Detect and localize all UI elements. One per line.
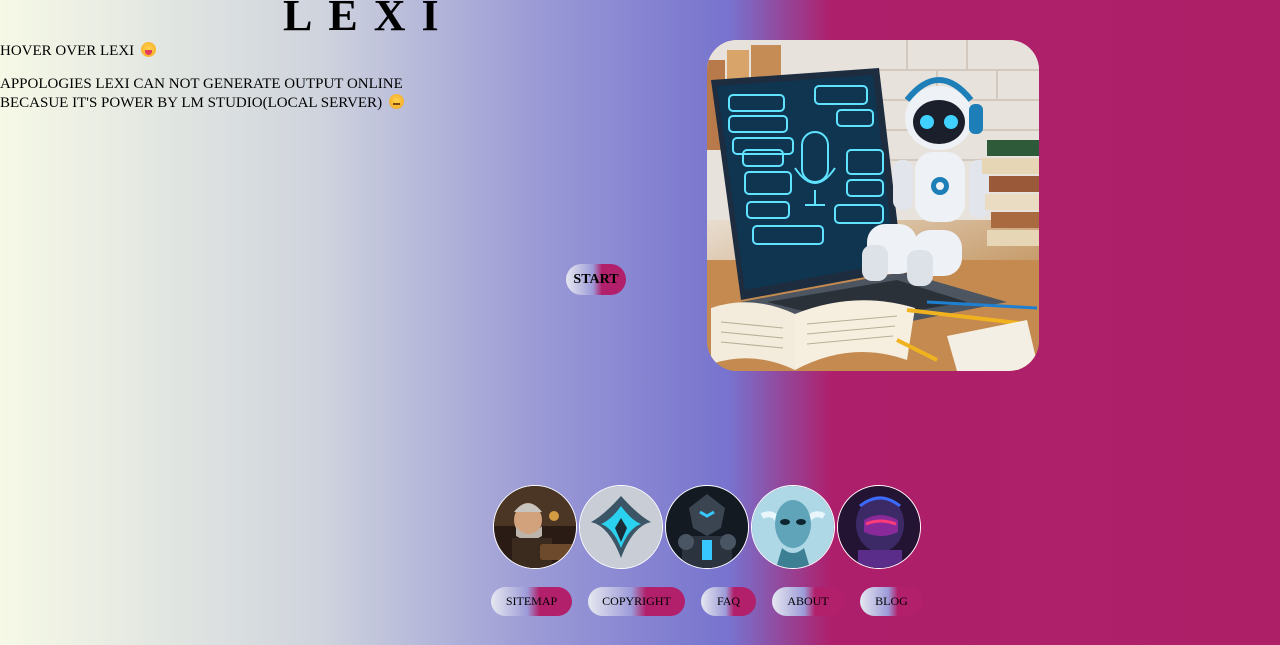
- about-link[interactable]: ABOUT: [772, 587, 844, 616]
- avatar-dark-robot[interactable]: [665, 485, 749, 569]
- sitemap-link[interactable]: SITEMAP: [491, 587, 572, 616]
- apology-text: APPOLOGIES LEXI CAN NOT GENERATE OUTPUT …: [0, 76, 403, 111]
- robot-laptop-illustration: [707, 40, 1039, 371]
- smirk-face-icon: [388, 94, 404, 109]
- avatar-row: [493, 485, 921, 569]
- avatar-blue-alien[interactable]: [751, 485, 835, 569]
- apology-message: APPOLOGIES LEXI CAN NOT GENERATE OUTPUT …: [0, 75, 420, 113]
- faq-link[interactable]: FAQ: [701, 587, 756, 616]
- tongue-face-icon: [140, 42, 156, 57]
- page-title: LEXI: [283, 0, 455, 40]
- blog-link[interactable]: BLOG: [860, 587, 923, 616]
- avatar-cyan-emblem[interactable]: [579, 485, 663, 569]
- footer-nav: SITEMAP COPYRIGHT FAQ ABOUT BLOG: [0, 587, 1280, 617]
- start-button[interactable]: START: [566, 264, 626, 295]
- copyright-link[interactable]: COPYRIGHT: [588, 587, 685, 616]
- avatar-neon-helmet[interactable]: [837, 485, 921, 569]
- hover-instruction: HOVER OVER LEXI: [0, 42, 156, 60]
- hero-image[interactable]: [707, 40, 1039, 371]
- hover-instruction-text: HOVER OVER LEXI: [0, 43, 135, 59]
- avatar-old-man-typewriter[interactable]: [493, 485, 577, 569]
